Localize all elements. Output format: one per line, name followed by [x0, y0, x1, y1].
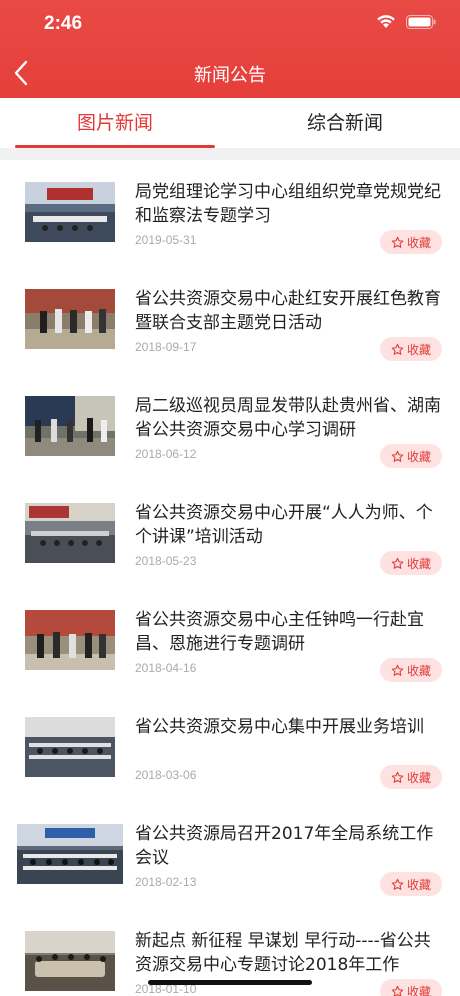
battery-icon: [406, 14, 436, 29]
news-item[interactable]: 省公共资源交易中心开展“人人为师、个个讲课”培训活动 2018-05-23 收藏: [0, 481, 460, 588]
favorite-button[interactable]: 收藏: [380, 658, 442, 682]
tab-bar: 图片新闻 综合新闻: [0, 98, 460, 148]
favorite-button[interactable]: 收藏: [380, 444, 442, 468]
star-icon: [391, 771, 404, 783]
star-icon: [391, 878, 404, 890]
news-item[interactable]: 局二级巡视员周显发带队赴贵州省、湖南省公共资源交易中心学习调研 2018-06-…: [0, 374, 460, 481]
status-icons: [376, 14, 436, 29]
star-icon: [391, 985, 404, 996]
star-icon: [391, 343, 404, 355]
news-title: 省公共资源交易中心赴红安开展红色教育暨联合支部主题党日活动: [135, 289, 441, 333]
star-icon: [391, 664, 404, 676]
news-thumbnail: [25, 396, 115, 456]
favorite-label: 收藏: [406, 342, 431, 357]
news-title: 省公共资源局召开2017年全局系统工作会议: [135, 824, 434, 868]
news-thumbnail: [25, 717, 115, 777]
news-date: 2018-03-06: [135, 768, 197, 782]
favorite-label: 收藏: [406, 663, 431, 678]
news-thumbnail: [25, 289, 115, 349]
tab-picture-news[interactable]: 图片新闻: [0, 98, 230, 148]
news-item[interactable]: 省公共资源交易中心赴红安开展红色教育暨联合支部主题党日活动 2018-09-17…: [0, 267, 460, 374]
news-title: 局党组理论学习中心组组织党章党规党纪和监察法专题学习: [135, 182, 441, 226]
news-date: 2018-05-23: [135, 554, 197, 568]
news-title: 省公共资源交易中心开展“人人为师、个个讲课”培训活动: [135, 503, 433, 547]
news-thumbnail: [17, 824, 123, 884]
status-time: 2:46: [44, 13, 83, 34]
favorite-label: 收藏: [406, 877, 431, 892]
home-indicator[interactable]: [148, 980, 312, 985]
news-date: 2018-02-13: [135, 875, 197, 889]
favorite-label: 收藏: [406, 449, 431, 464]
star-icon: [391, 236, 404, 248]
news-date: 2018-06-12: [135, 447, 197, 461]
news-item[interactable]: 省公共资源交易中心主任钟鸣一行赴宜昌、恩施进行专题调研 2018-04-16 收…: [0, 588, 460, 695]
news-thumbnail: [25, 182, 115, 242]
favorite-button[interactable]: 收藏: [380, 872, 442, 896]
favorite-button[interactable]: 收藏: [380, 230, 442, 254]
news-date: 2019-05-31: [135, 233, 197, 247]
app-header: 2:46 新闻公告: [0, 0, 460, 98]
favorite-button[interactable]: 收藏: [380, 979, 442, 996]
favorite-label: 收藏: [406, 984, 431, 996]
news-title: 新起点 新征程 早谋划 早行动----省公共资源交易中心专题讨论2018年工作: [135, 931, 431, 975]
favorite-label: 收藏: [406, 556, 431, 571]
star-icon: [391, 557, 404, 569]
news-title: 省公共资源交易中心主任钟鸣一行赴宜昌、恩施进行专题调研: [135, 610, 424, 654]
favorite-button[interactable]: 收藏: [380, 765, 442, 789]
favorite-button[interactable]: 收藏: [380, 551, 442, 575]
page-title: 新闻公告: [194, 65, 266, 86]
news-thumbnail: [25, 610, 115, 670]
news-thumbnail: [25, 931, 115, 991]
news-item[interactable]: 省公共资源交易中心集中开展业务培训 2018-03-06 收藏: [0, 695, 460, 802]
star-icon: [391, 450, 404, 462]
news-date: 2018-09-17: [135, 340, 197, 354]
favorite-button[interactable]: 收藏: [380, 337, 442, 361]
news-list: 局党组理论学习中心组组织党章党规党纪和监察法专题学习 2019-05-31 收藏…: [0, 160, 460, 996]
divider: [0, 148, 460, 160]
news-thumbnail: [25, 503, 115, 563]
news-title: 省公共资源交易中心集中开展业务培训: [135, 717, 424, 737]
favorite-label: 收藏: [406, 770, 431, 785]
news-title: 局二级巡视员周显发带队赴贵州省、湖南省公共资源交易中心学习调研: [135, 396, 441, 440]
news-item[interactable]: 局党组理论学习中心组组织党章党规党纪和监察法专题学习 2019-05-31 收藏: [0, 160, 460, 267]
news-date: 2018-04-16: [135, 661, 197, 675]
wifi-icon: [376, 14, 396, 29]
favorite-label: 收藏: [406, 235, 431, 250]
news-item[interactable]: 省公共资源局召开2017年全局系统工作会议 2018-02-13 收藏: [0, 802, 460, 909]
tab-general-news[interactable]: 综合新闻: [230, 98, 460, 148]
